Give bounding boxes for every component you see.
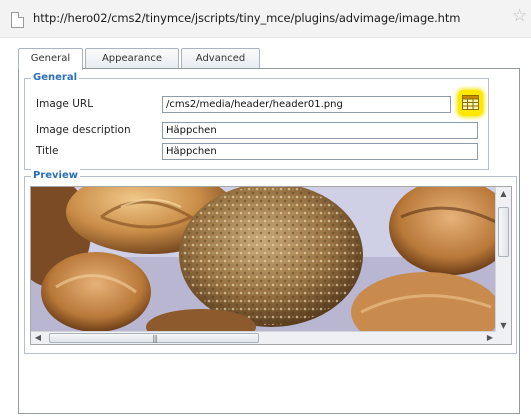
image-url-input[interactable] <box>162 96 451 113</box>
image-url-label: Image URL <box>36 98 94 110</box>
image-description-label: Image description <box>36 124 131 136</box>
tab-general[interactable]: General <box>18 48 83 70</box>
grip-icon: ||| <box>152 334 158 343</box>
general-legend: General <box>31 71 79 85</box>
tab-advanced[interactable]: Advanced <box>181 48 260 69</box>
preview-horizontal-scrollbar[interactable]: ◀ ||| ▶ <box>31 331 497 344</box>
preview-frame: ▲ ▼ ◀ ||| ▶ <box>30 186 512 345</box>
preview-legend: Preview <box>31 169 81 183</box>
title-label: Title <box>36 145 59 157</box>
browser-address-bar: http://hero02/cms2/tinymce/jscripts/tiny… <box>0 0 531 38</box>
bookmark-star-icon[interactable]: ☆ <box>512 8 527 25</box>
browse-button[interactable] <box>458 90 483 116</box>
tab-appearance[interactable]: Appearance <box>85 48 179 69</box>
preview-vertical-scrollbar[interactable]: ▲ ▼ <box>495 187 511 333</box>
title-input[interactable] <box>162 143 478 160</box>
page-icon <box>11 12 24 28</box>
scrollbar-corner <box>495 331 511 344</box>
scroll-left-icon[interactable]: ◀ <box>31 332 45 344</box>
vertical-scroll-thumb[interactable] <box>498 207 509 257</box>
horizontal-scroll-thumb[interactable]: ||| <box>49 333 259 343</box>
browse-icon <box>462 95 479 110</box>
url-field[interactable]: http://hero02/cms2/tinymce/jscripts/tiny… <box>33 11 460 25</box>
image-description-input[interactable] <box>162 122 478 139</box>
scroll-up-icon[interactable]: ▲ <box>496 187 511 201</box>
preview-image <box>31 187 497 333</box>
